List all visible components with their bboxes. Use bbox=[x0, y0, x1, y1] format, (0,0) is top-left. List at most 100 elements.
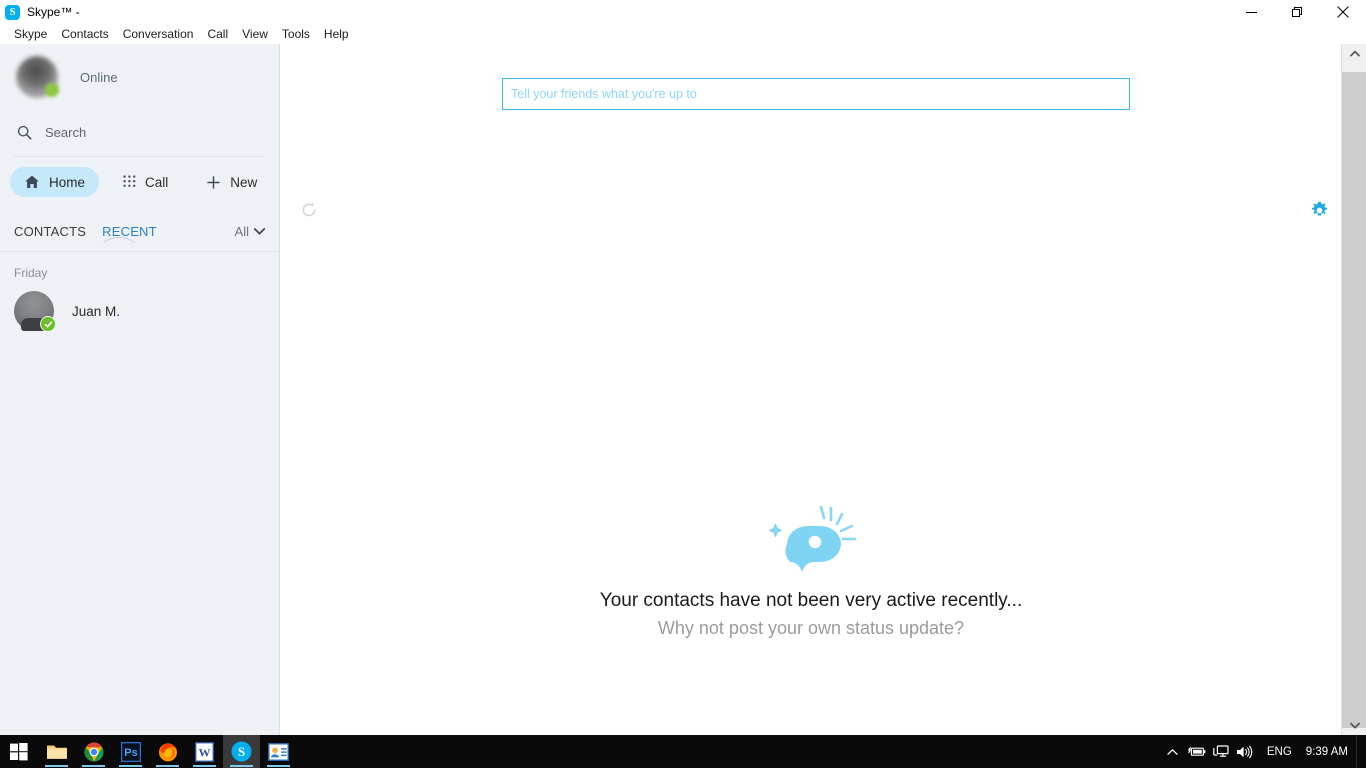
active-tab-indicator bbox=[98, 237, 138, 251]
online-status-dot bbox=[45, 83, 59, 97]
avatar[interactable] bbox=[16, 56, 59, 98]
menu-item-help[interactable]: Help bbox=[317, 25, 356, 43]
taskbar: Ps W S ENG 9:39 AM bbox=[0, 735, 1366, 768]
sidebar-nav: Home Call New bbox=[0, 165, 279, 199]
nav-new-label: New bbox=[230, 174, 258, 190]
title-bar: S Skype™ - bbox=[0, 0, 1366, 24]
skype-logo-icon: S bbox=[5, 4, 20, 20]
search-bar[interactable]: Search bbox=[0, 114, 279, 150]
minimize-button[interactable] bbox=[1228, 0, 1274, 24]
scroll-up-button[interactable] bbox=[1342, 44, 1366, 63]
status-update-placeholder: Tell your friends what you're up to bbox=[511, 87, 697, 101]
taskbar-running-indicator bbox=[267, 765, 290, 767]
skype-window: S Skype™ - Skype Contacts Conversation C… bbox=[0, 0, 1366, 768]
contacts-app-icon bbox=[268, 742, 289, 761]
skype-logo-letter: S bbox=[9, 5, 16, 18]
taskbar-running-indicator bbox=[230, 765, 253, 767]
tray-language[interactable]: ENG bbox=[1257, 746, 1302, 758]
scrollbar-thumb[interactable] bbox=[1342, 72, 1366, 728]
tray-battery-button[interactable] bbox=[1185, 735, 1209, 768]
list-item[interactable]: Juan M. bbox=[0, 286, 279, 336]
nav-home-label: Home bbox=[49, 174, 86, 190]
system-tray: ENG 9:39 AM bbox=[1161, 735, 1366, 768]
search-input[interactable]: Search bbox=[45, 125, 86, 140]
tray-network-button[interactable] bbox=[1209, 735, 1233, 768]
taskbar-running-indicator bbox=[82, 765, 105, 767]
taskbar-firefox[interactable] bbox=[149, 735, 186, 768]
profile-section[interactable]: Online bbox=[0, 44, 279, 110]
home-icon bbox=[25, 175, 39, 188]
taskbar-running-indicator bbox=[45, 765, 68, 767]
check-badge-icon bbox=[40, 316, 56, 332]
nav-call-label: Call bbox=[145, 174, 169, 190]
status-update-input[interactable]: Tell your friends what you're up to bbox=[502, 78, 1130, 110]
refresh-button[interactable] bbox=[300, 201, 318, 224]
menu-item-skype[interactable]: Skype bbox=[7, 25, 54, 43]
windows-icon bbox=[10, 742, 28, 760]
file-explorer-icon bbox=[46, 745, 67, 759]
firefox-icon bbox=[158, 742, 177, 761]
title-bar-left: S Skype™ - bbox=[0, 4, 80, 20]
chrome-icon bbox=[83, 742, 103, 761]
sidebar: Online Search Home Call New CONTACTS REC… bbox=[0, 44, 280, 735]
start-button[interactable] bbox=[0, 735, 38, 768]
sidebar-divider bbox=[14, 156, 265, 157]
main-content: Tell your friends what you're up to Your… bbox=[281, 44, 1341, 735]
empty-state: Your contacts have not been very active … bbox=[281, 496, 1341, 639]
scroll-down-button[interactable] bbox=[1342, 716, 1366, 735]
sidebar-tabs: CONTACTS RECENT All bbox=[0, 209, 279, 239]
network-icon bbox=[1213, 744, 1229, 757]
taskbar-contacts-app[interactable] bbox=[260, 735, 297, 768]
menu-item-contacts[interactable]: Contacts bbox=[54, 25, 115, 43]
vertical-scrollbar[interactable] bbox=[1341, 44, 1366, 735]
taskbar-skype[interactable]: S bbox=[223, 735, 260, 768]
svg-text:Ps: Ps bbox=[124, 747, 137, 759]
chevron-down-icon bbox=[254, 228, 265, 235]
tray-volume-button[interactable] bbox=[1233, 735, 1257, 768]
tray-clock[interactable]: 9:39 AM bbox=[1302, 746, 1356, 758]
date-group-header: Friday bbox=[14, 266, 48, 280]
menu-item-call[interactable]: Call bbox=[200, 25, 235, 43]
contact-avatar bbox=[14, 291, 56, 332]
empty-state-title: Your contacts have not been very active … bbox=[599, 590, 1023, 611]
volume-icon bbox=[1236, 745, 1253, 758]
nav-new-button[interactable]: New bbox=[192, 167, 271, 197]
skype-icon: S bbox=[231, 741, 252, 762]
empty-state-subtitle: Why not post your own status update? bbox=[657, 618, 965, 638]
gear-icon bbox=[1311, 201, 1328, 216]
window-controls bbox=[1228, 0, 1366, 24]
settings-button[interactable] bbox=[1310, 201, 1329, 225]
taskbar-running-indicator bbox=[119, 765, 142, 767]
maximize-button[interactable] bbox=[1274, 0, 1320, 24]
contact-name: Juan M. bbox=[72, 303, 121, 319]
dialpad-icon bbox=[123, 174, 136, 187]
filter-dropdown[interactable]: All bbox=[235, 224, 265, 239]
taskbar-chrome[interactable] bbox=[75, 735, 112, 768]
speech-bubble-icon bbox=[751, 496, 871, 582]
chevron-up-icon bbox=[1167, 748, 1179, 755]
refresh-icon bbox=[302, 202, 316, 217]
photoshop-icon: Ps bbox=[120, 741, 141, 762]
plus-icon bbox=[207, 175, 220, 189]
menu-bar: Skype Contacts Conversation Call View To… bbox=[0, 24, 1366, 44]
tab-contacts[interactable]: CONTACTS bbox=[14, 224, 86, 239]
taskbar-running-indicator bbox=[156, 765, 179, 767]
menu-item-conversation[interactable]: Conversation bbox=[116, 25, 201, 43]
word-icon: W bbox=[195, 741, 214, 762]
close-button[interactable] bbox=[1320, 0, 1366, 24]
search-icon bbox=[17, 125, 32, 139]
tray-expand-button[interactable] bbox=[1161, 735, 1185, 768]
svg-text:S: S bbox=[238, 744, 245, 759]
nav-call-button[interactable]: Call bbox=[109, 167, 182, 197]
taskbar-file-explorer[interactable] bbox=[38, 735, 75, 768]
menu-item-tools[interactable]: Tools bbox=[275, 25, 317, 43]
chevron-down-icon bbox=[1349, 722, 1360, 729]
filter-label: All bbox=[234, 224, 249, 239]
taskbar-photoshop[interactable]: Ps bbox=[112, 735, 149, 768]
menu-item-view[interactable]: View bbox=[235, 25, 275, 43]
show-desktop-button[interactable] bbox=[1356, 735, 1360, 768]
profile-status-label[interactable]: Online bbox=[80, 70, 118, 85]
nav-home-button[interactable]: Home bbox=[10, 167, 100, 197]
taskbar-word[interactable]: W bbox=[186, 735, 223, 768]
battery-icon bbox=[1187, 746, 1206, 756]
